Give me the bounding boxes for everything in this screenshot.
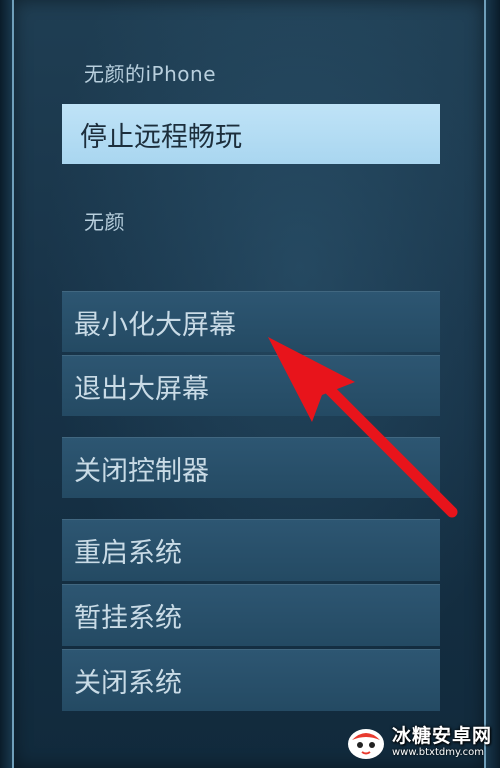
device-label: 无颜的iPhone	[84, 62, 217, 86]
suspend-system-label: 暂挂系统	[74, 603, 182, 634]
restart-system-button[interactable]: 重启系统	[62, 519, 440, 581]
stop-remote-play-button[interactable]: 停止远程畅玩	[62, 104, 440, 164]
shutdown-system-label: 关闭系统	[74, 668, 182, 699]
exit-big-screen-button[interactable]: 退出大屏幕	[62, 355, 440, 416]
big-picture-power-menu: 无颜的iPhone 停止远程畅玩 无颜 最小化大屏幕 退出大屏幕 关闭控制器 重…	[0, 0, 500, 768]
suspend-system-button[interactable]: 暂挂系统	[62, 584, 440, 646]
close-controller-label: 关闭控制器	[74, 455, 209, 487]
restart-system-label: 重启系统	[74, 538, 182, 569]
minimize-big-screen-button[interactable]: 最小化大屏幕	[62, 291, 440, 352]
shutdown-system-button[interactable]: 关闭系统	[62, 649, 440, 711]
watermark-brand: 冰糖安卓网	[391, 725, 492, 748]
screen-edge-left	[0, 0, 12, 768]
exit-big-screen-label: 退出大屏幕	[74, 373, 209, 405]
close-controller-button[interactable]: 关闭控制器	[62, 437, 440, 498]
stop-remote-play-label: 停止远程畅玩	[80, 121, 242, 153]
screen-edge-right	[486, 0, 500, 768]
watermark-url: www.btxtdmy.com	[391, 746, 485, 758]
watermark: 冰糖安卓网 www.btxtdmy.com	[346, 720, 492, 764]
watermark-logo-icon	[347, 729, 384, 759]
watermark-text: 冰糖安卓网 www.btxtdmy.com	[392, 726, 492, 758]
user-label: 无颜	[84, 210, 125, 234]
minimize-big-screen-label: 最小化大屏幕	[74, 309, 236, 341]
